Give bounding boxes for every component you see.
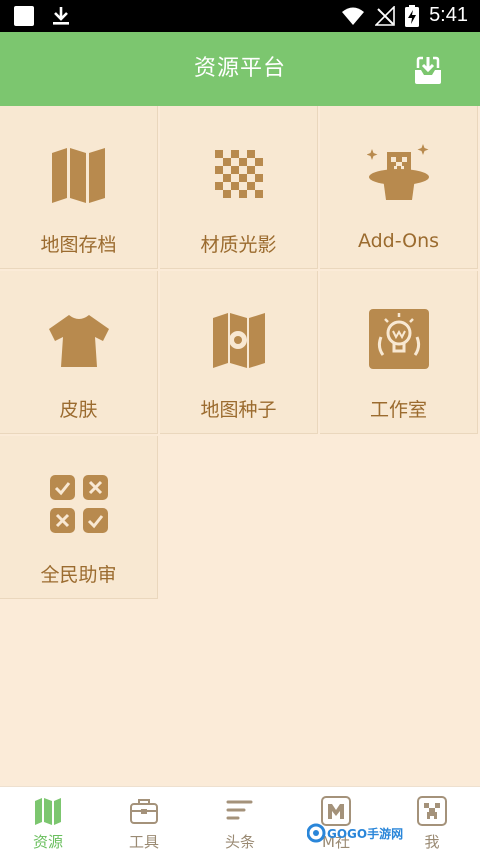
category-map-archive[interactable]: 地图存档: [0, 106, 158, 269]
category-label: 材质光影: [200, 234, 277, 256]
toolbox-icon: [130, 799, 158, 824]
review-icon: [49, 475, 108, 533]
app-header: 资源平台: [0, 32, 480, 106]
shirt-icon: [48, 315, 109, 367]
battery-charging-icon: [405, 4, 420, 27]
status-right-icons: 5:41: [341, 4, 468, 27]
category-label: 地图种子: [200, 399, 277, 421]
map-icon: [51, 148, 105, 203]
category-map-seeds[interactable]: 地图种子: [160, 271, 318, 434]
wifi-icon: [342, 7, 365, 25]
nav-label: 资源: [32, 833, 63, 851]
studio-icon: [368, 309, 429, 369]
headlines-icon: [226, 800, 253, 820]
nav-tab-resources[interactable]: 资源: [0, 787, 96, 854]
map-icon: [35, 798, 61, 825]
watermark-text: GOGO手游网: [327, 826, 403, 841]
category-label: 工作室: [369, 399, 427, 421]
category-label: Add-Ons: [357, 230, 440, 252]
status-time: 5:41: [429, 4, 468, 26]
nav-tab-headlines[interactable]: 头条: [192, 787, 288, 854]
map-seed-icon: [212, 313, 265, 368]
magic-hat-icon: [366, 144, 429, 200]
no-signal-icon: [375, 5, 395, 26]
category-add-ons[interactable]: Add-Ons: [320, 106, 478, 269]
category-label: 地图存档: [40, 234, 117, 256]
page-title: 资源平台: [193, 56, 286, 81]
bottom-navigation: 资源 工具 头条 M社 我: [0, 786, 480, 854]
nav-label: 工具: [128, 833, 159, 851]
checker-texture-icon: [214, 150, 263, 198]
app-notification-icon: [14, 6, 34, 26]
category-label: 皮肤: [59, 399, 98, 421]
status-bar: 5:41: [0, 0, 480, 32]
category-skins[interactable]: 皮肤: [0, 271, 158, 434]
nav-label: 头条: [224, 833, 255, 851]
download-icon[interactable]: [412, 54, 444, 86]
nav-tab-tools[interactable]: 工具: [96, 787, 192, 854]
creeper-face-icon: [417, 796, 447, 826]
gogo-watermark-logo: GOGO手游网: [307, 823, 403, 843]
category-textures-shaders[interactable]: 材质光影: [160, 106, 318, 269]
category-community-review[interactable]: 全民助审: [0, 436, 158, 599]
category-studio[interactable]: 工作室: [320, 271, 478, 434]
category-label: 全民助审: [40, 564, 117, 586]
status-left-icons: [14, 6, 70, 26]
download-notification-icon: [53, 7, 69, 25]
